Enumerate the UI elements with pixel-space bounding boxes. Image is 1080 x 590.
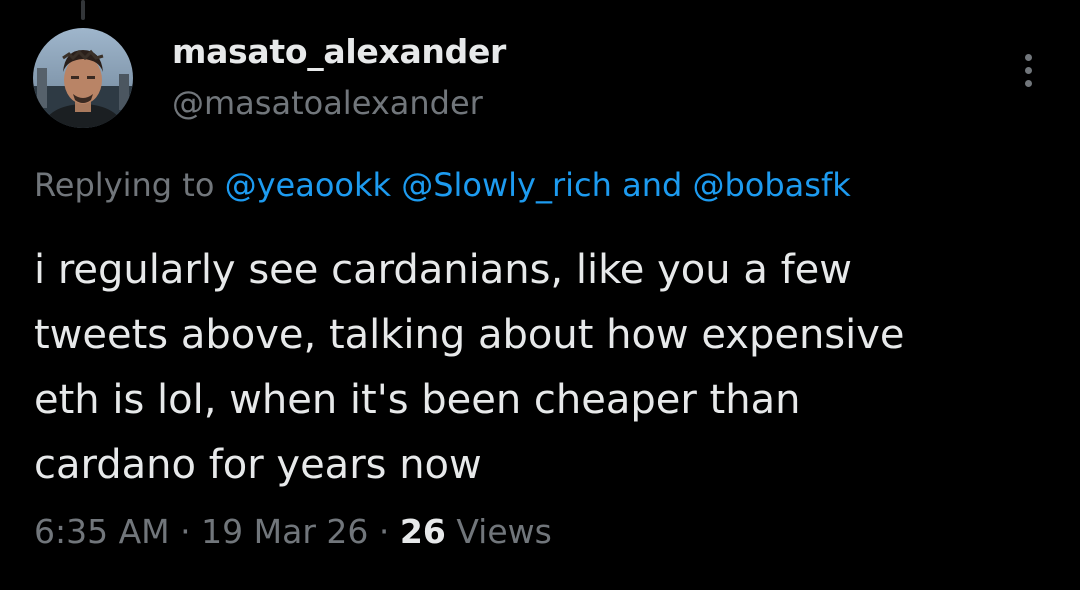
more-vertical-icon-dot [1024,66,1032,74]
views-label[interactable]: Views [456,512,552,551]
tweet-date[interactable]: 19 Mar 26 [201,512,368,551]
tweet-text-line: cardano for years now [34,442,482,488]
mention-link[interactable]: @bobasfk [692,166,850,204]
replying-to-line: Replying to @yeaookk @Slowly_rich and @b… [34,166,851,204]
tweet-text-line: eth is lol, when it's been cheaper than [34,377,801,423]
author-display-name[interactable]: masato_alexander [172,32,506,71]
mention-link[interactable]: @yeaookk [225,166,391,204]
more-vertical-icon [1024,53,1032,61]
tweet-time[interactable]: 6:35 AM [34,512,170,551]
more-options-button[interactable] [1008,50,1048,90]
avatar[interactable] [33,28,133,128]
meta-separator: · [378,512,390,551]
tweet-text-line: i regularly see cardanians, like you a f… [34,247,852,293]
author-handle[interactable]: @masatoalexander [172,84,483,122]
replying-to-label: Replying to [34,166,215,204]
tweet-meta: 6:35 AM · 19 Mar 26 · 26 Views [34,512,552,551]
thread-connector-line [81,0,85,20]
mention-conjunction[interactable]: and [622,166,682,204]
tweet-text: i regularly see cardanians, like you a f… [34,238,1054,498]
views-count[interactable]: 26 [400,512,446,551]
profile-photo [33,28,133,128]
more-vertical-icon-dot [1024,79,1032,87]
tweet-text-line: tweets above, talking about how expensiv… [34,312,905,358]
meta-separator: · [180,512,191,551]
mention-link[interactable]: @Slowly_rich [401,166,612,204]
